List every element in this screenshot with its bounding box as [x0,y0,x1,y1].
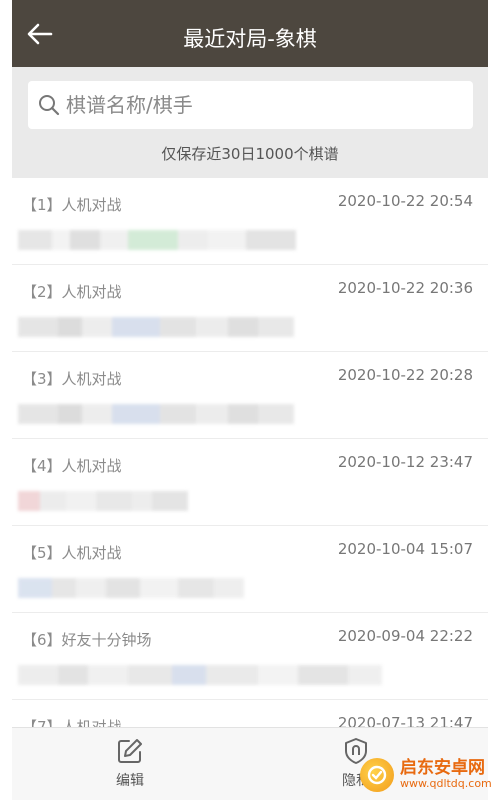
record-title: 【4】人机对战 [22,457,122,475]
edit-icon [118,739,142,763]
blurred-content [18,230,296,250]
search-icon [39,95,60,116]
storage-note: 仅保存近30日1000个棋谱 [161,145,339,163]
list-item[interactable]: 【6】好友十分钟场 2020-09-04 22:22 [12,613,488,700]
list-item[interactable]: 【1】人机对战 2020-10-22 20:54 [12,178,488,265]
list-item[interactable]: 【2】人机对战 2020-10-22 20:36 [12,265,488,352]
search-area: 仅保存近30日1000个棋谱 [12,67,488,178]
blurred-content [18,665,382,685]
record-time: 2020-10-22 20:54 [337,192,473,210]
list-item[interactable]: 【5】人机对战 2020-10-04 15:07 [12,526,488,613]
app-header: 最近对局-象棋 [12,0,488,67]
record-time: 2020-10-22 20:28 [337,366,473,384]
record-time: 2020-10-04 15:07 [337,540,473,558]
record-title: 【3】人机对战 [22,370,122,388]
blurred-content [18,578,244,598]
record-time: 2020-09-04 22:22 [337,627,473,645]
blurred-content [18,317,294,337]
edit-label: 编辑 [116,773,144,789]
list-item[interactable]: 【3】人机对战 2020-10-22 20:28 [12,352,488,439]
record-list: 【1】人机对战 2020-10-22 20:54 【2】人机对战 2020-10… [12,178,488,787]
edit-button[interactable]: 编辑 [90,736,170,800]
blurred-content [18,491,188,511]
record-title: 【2】人机对战 [22,283,122,301]
page-title: 最近对局-象棋 [183,27,317,51]
watermark-logo-icon [360,758,394,792]
search-box[interactable] [28,81,473,129]
record-title: 【6】好友十分钟场 [22,631,152,649]
watermark-name: 启东安卓网 [400,758,485,779]
app-page: 最近对局-象棋 仅保存近30日1000个棋谱 【1】人机对战 2020-10-2… [12,0,488,800]
record-title: 【5】人机对战 [22,544,122,562]
search-input[interactable] [66,93,446,117]
record-time: 2020-10-22 20:36 [337,279,473,297]
blurred-content [18,404,294,424]
watermark: 启东安卓网 www.qdltdq.com [360,750,500,800]
list-item[interactable]: 【4】人机对战 2020-10-12 23:47 [12,439,488,526]
watermark-url: www.qdltdq.com [400,777,492,791]
record-time: 2020-10-12 23:47 [337,453,473,471]
record-title: 【1】人机对战 [22,196,122,214]
